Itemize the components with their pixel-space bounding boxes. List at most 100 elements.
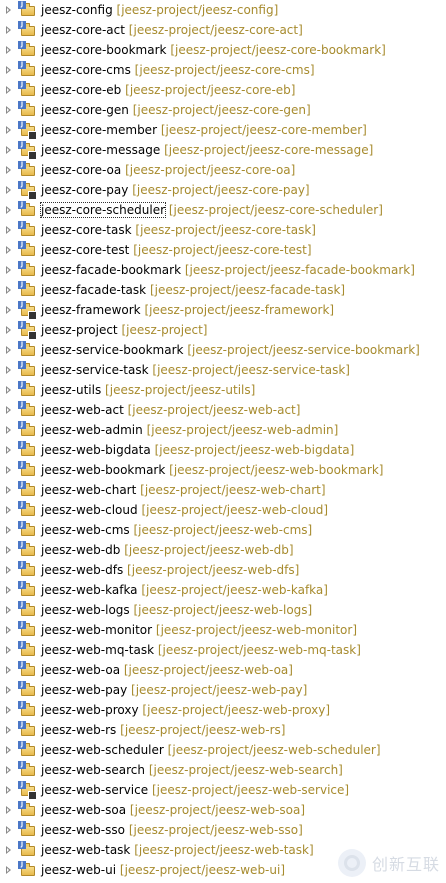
expand-arrow-icon[interactable] bbox=[6, 546, 11, 554]
expand-arrow-icon[interactable] bbox=[6, 366, 11, 374]
tree-item-label[interactable]: jeesz-web-monitor [jeesz-project/jeesz-w… bbox=[41, 620, 357, 640]
tree-row[interactable]: Jjeesz-core-member [jeesz-project/jeesz-… bbox=[0, 120, 446, 140]
tree-row[interactable]: Jjeesz-web-cloud [jeesz-project/jeesz-we… bbox=[0, 500, 446, 520]
tree-item-label[interactable]: jeesz-core-message [jeesz-project/jeesz-… bbox=[41, 140, 373, 160]
tree-row[interactable]: Jjeesz-web-mq-task [jeesz-project/jeesz-… bbox=[0, 640, 446, 660]
tree-item-label[interactable]: jeesz-core-member [jeesz-project/jeesz-c… bbox=[41, 120, 367, 140]
expand-arrow-icon[interactable] bbox=[6, 106, 11, 114]
tree-row[interactable]: Jjeesz-web-db [jeesz-project/jeesz-web-d… bbox=[0, 540, 446, 560]
project-name[interactable]: jeesz-core-eb bbox=[41, 83, 121, 97]
tree-row[interactable]: Jjeesz-config [jeesz-project/jeesz-confi… bbox=[0, 0, 446, 20]
tree-item-label[interactable]: jeesz-web-cms [jeesz-project/jeesz-web-c… bbox=[41, 520, 312, 540]
tree-item-label[interactable]: jeesz-web-mq-task [jeesz-project/jeesz-w… bbox=[41, 640, 361, 660]
expand-arrow-icon[interactable] bbox=[6, 646, 11, 654]
tree-row[interactable]: Jjeesz-facade-task [jeesz-project/jeesz-… bbox=[0, 280, 446, 300]
expand-arrow-icon[interactable] bbox=[6, 286, 11, 294]
tree-row[interactable]: Jjeesz-core-cms [jeesz-project/jeesz-cor… bbox=[0, 60, 446, 80]
tree-item-label[interactable]: jeesz-web-bookmark [jeesz-project/jeesz-… bbox=[41, 460, 383, 480]
tree-row[interactable]: Jjeesz-web-monitor [jeesz-project/jeesz-… bbox=[0, 620, 446, 640]
tree-item-label[interactable]: jeesz-web-ui [jeesz-project/jeesz-web-ui… bbox=[41, 860, 285, 880]
tree-row[interactable]: Jjeesz-web-act [jeesz-project/jeesz-web-… bbox=[0, 400, 446, 420]
tree-row[interactable]: Jjeesz-core-oa [jeesz-project/jeesz-core… bbox=[0, 160, 446, 180]
expand-arrow-icon[interactable] bbox=[6, 586, 11, 594]
tree-item-label[interactable]: jeesz-service-task [jeesz-project/jeesz-… bbox=[41, 360, 350, 380]
tree-item-label[interactable]: jeesz-core-task [jeesz-project/jeesz-cor… bbox=[41, 220, 316, 240]
expand-arrow-icon[interactable] bbox=[6, 66, 11, 74]
expand-arrow-icon[interactable] bbox=[6, 166, 11, 174]
tree-row[interactable]: Jjeesz-web-dfs [jeesz-project/jeesz-web-… bbox=[0, 560, 446, 580]
tree-item-label[interactable]: jeesz-web-act [jeesz-project/jeesz-web-a… bbox=[41, 400, 300, 420]
tree-item-label[interactable]: jeesz-framework [jeesz-project/jeesz-fra… bbox=[41, 300, 334, 320]
project-name[interactable]: jeesz-project bbox=[41, 323, 118, 337]
tree-row[interactable]: Jjeesz-web-logs [jeesz-project/jeesz-web… bbox=[0, 600, 446, 620]
tree-item-label[interactable]: jeesz-core-test [jeesz-project/jeesz-cor… bbox=[41, 240, 312, 260]
tree-item-label[interactable]: jeesz-web-admin [jeesz-project/jeesz-web… bbox=[41, 420, 338, 440]
tree-row[interactable]: Jjeesz-service-task [jeesz-project/jeesz… bbox=[0, 360, 446, 380]
expand-arrow-icon[interactable] bbox=[6, 306, 11, 314]
tree-row[interactable]: Jjeesz-core-scheduler [jeesz-project/jee… bbox=[0, 200, 446, 220]
project-name[interactable]: jeesz-core-act bbox=[41, 23, 125, 37]
tree-row[interactable]: Jjeesz-web-sso [jeesz-project/jeesz-web-… bbox=[0, 820, 446, 840]
project-name[interactable]: jeesz-web-search bbox=[41, 763, 145, 777]
project-name[interactable]: jeesz-web-ui bbox=[41, 863, 116, 877]
project-name[interactable]: jeesz-web-mq-task bbox=[41, 643, 154, 657]
expand-arrow-icon[interactable] bbox=[6, 46, 11, 54]
tree-item-label[interactable]: jeesz-core-act [jeesz-project/jeesz-core… bbox=[41, 20, 303, 40]
tree-item-label[interactable]: jeesz-core-cms [jeesz-project/jeesz-core… bbox=[41, 60, 315, 80]
project-name[interactable]: jeesz-service-task bbox=[41, 363, 149, 377]
project-name[interactable]: jeesz-web-bookmark bbox=[41, 463, 165, 477]
tree-item-label[interactable]: jeesz-web-kafka [jeesz-project/jeesz-web… bbox=[41, 580, 328, 600]
tree-item-label[interactable]: jeesz-config [jeesz-project/jeesz-config… bbox=[41, 0, 278, 20]
tree-row[interactable]: Jjeesz-web-cms [jeesz-project/jeesz-web-… bbox=[0, 520, 446, 540]
tree-item-label[interactable]: jeesz-web-cloud [jeesz-project/jeesz-web… bbox=[41, 500, 328, 520]
tree-item-label[interactable]: jeesz-core-oa [jeesz-project/jeesz-core-… bbox=[41, 160, 295, 180]
project-name[interactable]: jeesz-web-cloud bbox=[41, 503, 138, 517]
tree-row[interactable]: Jjeesz-core-test [jeesz-project/jeesz-co… bbox=[0, 240, 446, 260]
project-name[interactable]: jeesz-web-oa bbox=[41, 663, 120, 677]
expand-arrow-icon[interactable] bbox=[6, 786, 11, 794]
tree-row[interactable]: Jjeesz-utils [jeesz-project/jeesz-utils] bbox=[0, 380, 446, 400]
tree-item-label[interactable]: jeesz-web-chart [jeesz-project/jeesz-web… bbox=[41, 480, 326, 500]
project-name[interactable]: jeesz-core-gen bbox=[41, 103, 129, 117]
expand-arrow-icon[interactable] bbox=[6, 446, 11, 454]
tree-item-label[interactable]: jeesz-web-bigdata [jeesz-project/jeesz-w… bbox=[41, 440, 354, 460]
tree-row[interactable]: Jjeesz-core-bookmark [jeesz-project/jees… bbox=[0, 40, 446, 60]
expand-arrow-icon[interactable] bbox=[6, 866, 11, 874]
tree-row[interactable]: Jjeesz-web-pay [jeesz-project/jeesz-web-… bbox=[0, 680, 446, 700]
expand-arrow-icon[interactable] bbox=[6, 686, 11, 694]
tree-item-label[interactable]: jeesz-web-scheduler [jeesz-project/jeesz… bbox=[41, 740, 381, 760]
project-name[interactable]: jeesz-web-proxy bbox=[41, 703, 139, 717]
expand-arrow-icon[interactable] bbox=[6, 266, 11, 274]
tree-item-label[interactable]: jeesz-web-oa [jeesz-project/jeesz-web-oa… bbox=[41, 660, 293, 680]
tree-item-label[interactable]: jeesz-core-eb [jeesz-project/jeesz-core-… bbox=[41, 80, 295, 100]
project-name[interactable]: jeesz-web-service bbox=[41, 783, 148, 797]
expand-arrow-icon[interactable] bbox=[6, 86, 11, 94]
project-name[interactable]: jeesz-core-test bbox=[41, 243, 129, 257]
project-name[interactable]: jeesz-web-sso bbox=[41, 823, 125, 837]
tree-row[interactable]: Jjeesz-web-service [jeesz-project/jeesz-… bbox=[0, 780, 446, 800]
expand-arrow-icon[interactable] bbox=[6, 486, 11, 494]
project-name[interactable]: jeesz-core-task bbox=[41, 223, 132, 237]
expand-arrow-icon[interactable] bbox=[6, 846, 11, 854]
expand-arrow-icon[interactable] bbox=[6, 826, 11, 834]
project-name[interactable]: jeesz-core-scheduler bbox=[39, 202, 167, 218]
expand-arrow-icon[interactable] bbox=[6, 246, 11, 254]
expand-arrow-icon[interactable] bbox=[6, 666, 11, 674]
project-name[interactable]: jeesz-web-cms bbox=[41, 523, 130, 537]
tree-item-label[interactable]: jeesz-core-bookmark [jeesz-project/jeesz… bbox=[41, 40, 386, 60]
project-name[interactable]: jeesz-core-pay bbox=[41, 183, 128, 197]
project-name[interactable]: jeesz-web-db bbox=[41, 543, 120, 557]
tree-row[interactable]: Jjeesz-core-gen [jeesz-project/jeesz-cor… bbox=[0, 100, 446, 120]
tree-row[interactable]: Jjeesz-web-rs [jeesz-project/jeesz-web-r… bbox=[0, 720, 446, 740]
tree-row[interactable]: Jjeesz-core-act [jeesz-project/jeesz-cor… bbox=[0, 20, 446, 40]
tree-row[interactable]: Jjeesz-web-kafka [jeesz-project/jeesz-we… bbox=[0, 580, 446, 600]
expand-arrow-icon[interactable] bbox=[6, 746, 11, 754]
tree-item-label[interactable]: jeesz-web-logs [jeesz-project/jeesz-web-… bbox=[41, 600, 312, 620]
project-name[interactable]: jeesz-web-bigdata bbox=[41, 443, 151, 457]
expand-arrow-icon[interactable] bbox=[6, 426, 11, 434]
tree-row[interactable]: Jjeesz-core-pay [jeesz-project/jeesz-cor… bbox=[0, 180, 446, 200]
project-name[interactable]: jeesz-core-bookmark bbox=[41, 43, 166, 57]
expand-arrow-icon[interactable] bbox=[6, 146, 11, 154]
tree-item-label[interactable]: jeesz-web-rs [jeesz-project/jeesz-web-rs… bbox=[41, 720, 286, 740]
expand-arrow-icon[interactable] bbox=[6, 566, 11, 574]
